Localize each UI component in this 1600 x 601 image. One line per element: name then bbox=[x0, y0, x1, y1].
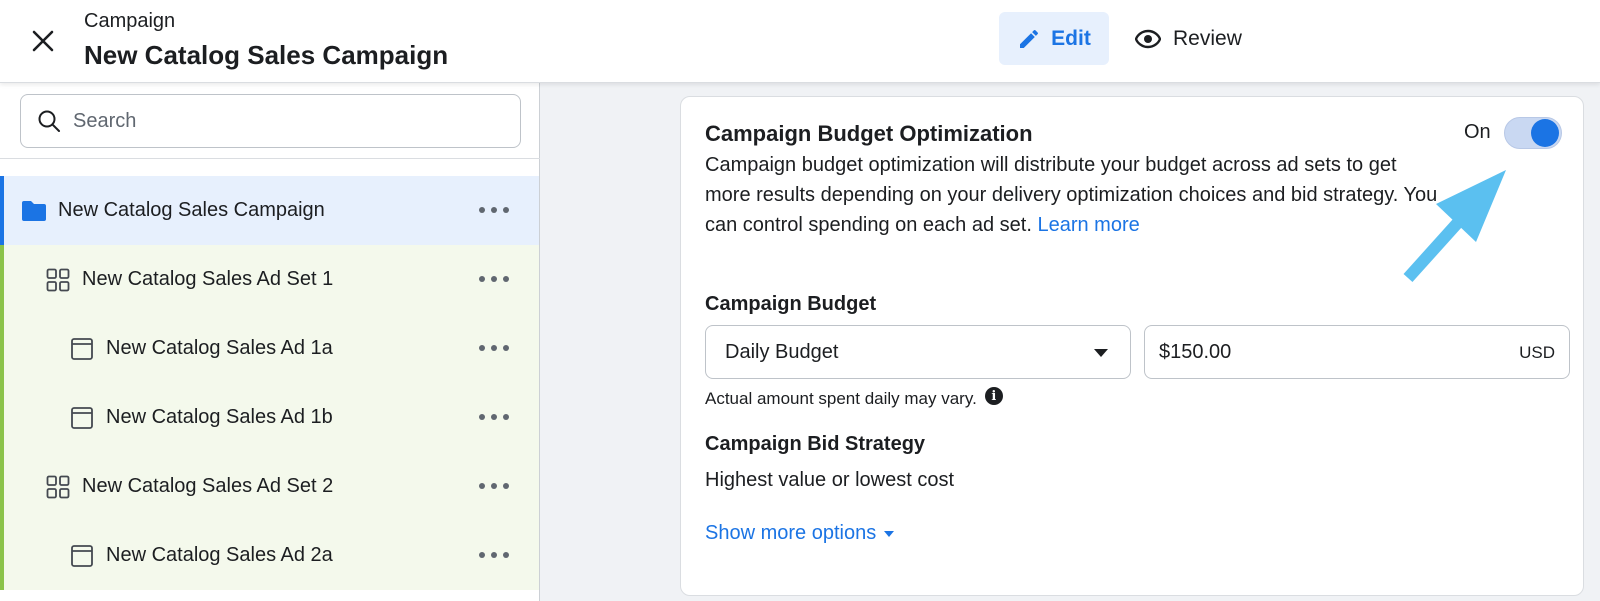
folder-icon bbox=[20, 197, 48, 225]
more-dot-icon bbox=[491, 483, 497, 489]
campaign-tree: New Catalog Sales Campaign New Catalog S… bbox=[0, 176, 539, 590]
search-box[interactable] bbox=[20, 94, 521, 148]
budget-amount-field[interactable]: USD bbox=[1144, 325, 1570, 379]
show-more-label: Show more options bbox=[705, 522, 877, 544]
more-dot-icon bbox=[479, 207, 485, 213]
tree-item-label: New Catalog Sales Ad 1b bbox=[106, 406, 333, 428]
page-kicker: Campaign bbox=[84, 10, 176, 32]
campaign-budget-label: Campaign Budget bbox=[705, 293, 877, 315]
currency-label: USD bbox=[1519, 343, 1555, 362]
more-dot-icon bbox=[503, 414, 509, 420]
search-icon bbox=[38, 110, 60, 132]
bid-strategy-value: Highest value or lowest cost bbox=[705, 469, 955, 491]
close-icon bbox=[32, 30, 54, 52]
ad-icon bbox=[68, 335, 96, 363]
toggle-label: On bbox=[1464, 121, 1491, 143]
learn-more-link[interactable]: Learn more bbox=[1037, 214, 1139, 236]
tree-item-ad-2a[interactable]: New Catalog Sales Ad 2a bbox=[0, 521, 539, 590]
more-options-button[interactable] bbox=[479, 336, 509, 360]
more-options-button[interactable] bbox=[479, 267, 509, 291]
close-button[interactable] bbox=[26, 24, 60, 58]
more-options-button[interactable] bbox=[479, 543, 509, 567]
tree-item-label: New Catalog Sales Ad Set 1 bbox=[82, 268, 334, 290]
search-input[interactable] bbox=[73, 109, 493, 133]
caret-down-icon bbox=[884, 530, 895, 537]
more-dot-icon bbox=[479, 552, 485, 558]
budget-hint-text: Actual amount spent daily may vary. bbox=[705, 389, 977, 408]
tree-item-ad-1b[interactable]: New Catalog Sales Ad 1b bbox=[0, 383, 539, 452]
title-block: Campaign New Catalog Sales Campaign bbox=[84, 10, 448, 70]
caret-down-icon bbox=[1094, 349, 1108, 357]
tree-item-label: New Catalog Sales Ad 2a bbox=[106, 544, 333, 566]
budget-hint: Actual amount spent daily may vary. i bbox=[705, 387, 1003, 409]
ad-icon bbox=[68, 404, 96, 432]
ad-icon bbox=[68, 542, 96, 570]
grid-icon bbox=[44, 473, 72, 501]
tree-item-adset-1[interactable]: New Catalog Sales Ad Set 1 bbox=[0, 245, 539, 314]
more-dot-icon bbox=[479, 345, 485, 351]
more-dot-icon bbox=[479, 414, 485, 420]
budget-type-select[interactable]: Daily Budget bbox=[705, 325, 1131, 379]
more-dot-icon bbox=[491, 345, 497, 351]
tree-item-label: New Catalog Sales Ad Set 2 bbox=[82, 475, 334, 497]
more-options-button[interactable] bbox=[479, 474, 509, 498]
cbo-title: Campaign Budget Optimization bbox=[705, 121, 1033, 146]
more-dot-icon bbox=[503, 207, 509, 213]
more-options-button[interactable] bbox=[479, 405, 509, 429]
eye-icon bbox=[1135, 29, 1161, 48]
more-dot-icon bbox=[491, 552, 497, 558]
more-options-button[interactable] bbox=[479, 198, 509, 222]
edit-label: Edit bbox=[1051, 26, 1091, 50]
toggle-knob bbox=[1531, 119, 1559, 147]
page-title: New Catalog Sales Campaign bbox=[84, 40, 449, 70]
budget-type-value: Daily Budget bbox=[725, 340, 839, 363]
edit-button[interactable]: Edit bbox=[999, 12, 1109, 65]
more-dot-icon bbox=[503, 345, 509, 351]
review-button[interactable]: Review bbox=[1135, 12, 1242, 65]
top-header: Campaign New Catalog Sales Campaign Edit… bbox=[0, 0, 1600, 83]
more-dot-icon bbox=[491, 276, 497, 282]
tree-item-ad-1a[interactable]: New Catalog Sales Ad 1a bbox=[0, 314, 539, 383]
more-dot-icon bbox=[503, 483, 509, 489]
more-dot-icon bbox=[479, 483, 485, 489]
cbo-toggle[interactable] bbox=[1504, 117, 1562, 149]
tree-item-adset-2[interactable]: New Catalog Sales Ad Set 2 bbox=[0, 452, 539, 521]
more-dot-icon bbox=[479, 276, 485, 282]
tree-item-campaign[interactable]: New Catalog Sales Campaign bbox=[0, 176, 539, 245]
sidebar: New Catalog Sales Campaign New Catalog S… bbox=[0, 83, 540, 601]
more-dot-icon bbox=[491, 207, 497, 213]
tree-item-label: New Catalog Sales Ad 1a bbox=[106, 337, 333, 359]
more-dot-icon bbox=[491, 414, 497, 420]
info-icon[interactable]: i bbox=[984, 387, 1003, 405]
pencil-icon bbox=[1020, 29, 1039, 48]
budget-amount-input[interactable] bbox=[1159, 340, 1459, 364]
cbo-description: Campaign budget optimization will distri… bbox=[705, 150, 1445, 240]
more-dot-icon bbox=[503, 276, 509, 282]
review-label: Review bbox=[1173, 26, 1242, 50]
annotation-arrow-icon bbox=[1403, 170, 1506, 283]
grid-icon bbox=[44, 266, 72, 294]
search-area bbox=[0, 83, 540, 159]
bid-strategy-label: Campaign Bid Strategy bbox=[705, 433, 926, 455]
more-dot-icon bbox=[503, 552, 509, 558]
show-more-options-link[interactable]: Show more options bbox=[705, 522, 895, 545]
tree-item-label: New Catalog Sales Campaign bbox=[58, 199, 325, 221]
